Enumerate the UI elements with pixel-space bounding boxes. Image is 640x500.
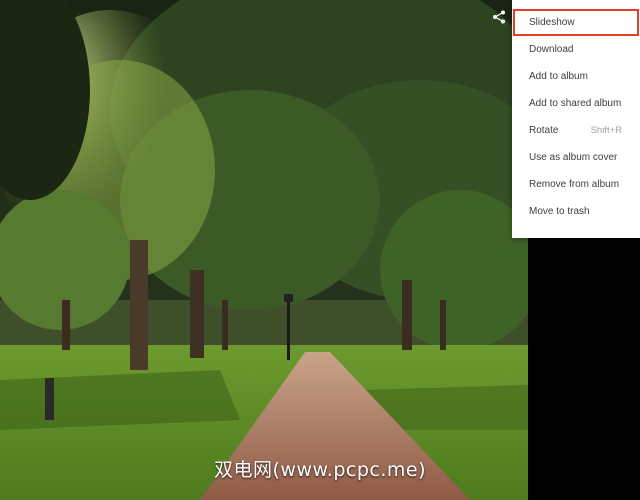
menu-item-label: Add to album xyxy=(529,71,588,82)
menu-item-add-to-album[interactable]: Add to album xyxy=(512,63,640,90)
share-icon[interactable] xyxy=(488,6,510,28)
menu-item-label: Add to shared album xyxy=(529,98,622,109)
photo-viewer: Slideshow Download Add to album Add to s… xyxy=(0,0,640,500)
menu-item-remove-from-album[interactable]: Remove from album xyxy=(512,171,640,198)
menu-item-label: Download xyxy=(529,44,574,55)
menu-item-use-as-album-cover[interactable]: Use as album cover xyxy=(512,144,640,171)
menu-item-add-to-shared-album[interactable]: Add to shared album xyxy=(512,90,640,117)
menu-item-label: Rotate xyxy=(529,125,559,136)
menu-item-move-to-trash[interactable]: Move to trash xyxy=(512,198,640,225)
photo[interactable] xyxy=(0,0,528,500)
share-icon-glyph xyxy=(493,10,505,24)
menu-item-slideshow[interactable]: Slideshow xyxy=(512,9,640,36)
menu-item-label: Use as album cover xyxy=(529,152,618,163)
photo-image xyxy=(0,0,528,500)
more-options-menu: Slideshow Download Add to album Add to s… xyxy=(512,0,640,238)
menu-item-label: Remove from album xyxy=(529,179,620,190)
menu-item-label: Slideshow xyxy=(529,17,575,28)
menu-item-download[interactable]: Download xyxy=(512,36,640,63)
menu-item-shortcut: Shift+R xyxy=(590,125,622,136)
watermark-text: 双电网(www.pcpc.me) xyxy=(214,459,426,481)
menu-item-rotate[interactable]: Rotate Shift+R xyxy=(512,117,640,144)
menu-item-label: Move to trash xyxy=(529,206,590,217)
